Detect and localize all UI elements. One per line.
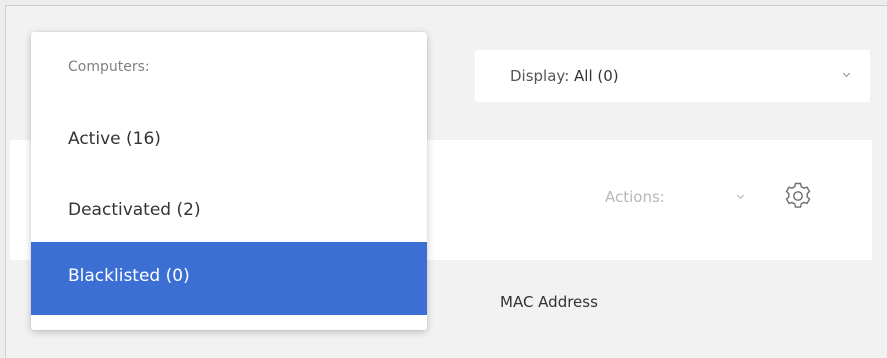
display-filter-value: All (0)	[574, 67, 619, 85]
display-filter-select[interactable]: Display: All (0)	[475, 50, 870, 102]
computers-dropdown-menu: Computers: Active (16) Deactivated (2) B…	[31, 32, 427, 330]
menu-item-deactivated[interactable]: Deactivated (2)	[31, 181, 427, 239]
column-header-mac-address[interactable]: MAC Address	[500, 293, 598, 311]
menu-header: Computers:	[68, 59, 150, 75]
menu-item-blacklisted[interactable]: Blacklisted (0)	[31, 242, 427, 315]
chevron-down-icon[interactable]	[736, 191, 745, 200]
gear-icon[interactable]	[778, 176, 818, 216]
menu-item-active[interactable]: Active (16)	[31, 110, 427, 168]
chevron-down-icon	[842, 69, 851, 78]
display-filter-label: Display:	[510, 67, 570, 85]
actions-dropdown[interactable]: Actions:	[605, 188, 665, 206]
display-filter-text: Display: All (0)	[510, 67, 619, 85]
